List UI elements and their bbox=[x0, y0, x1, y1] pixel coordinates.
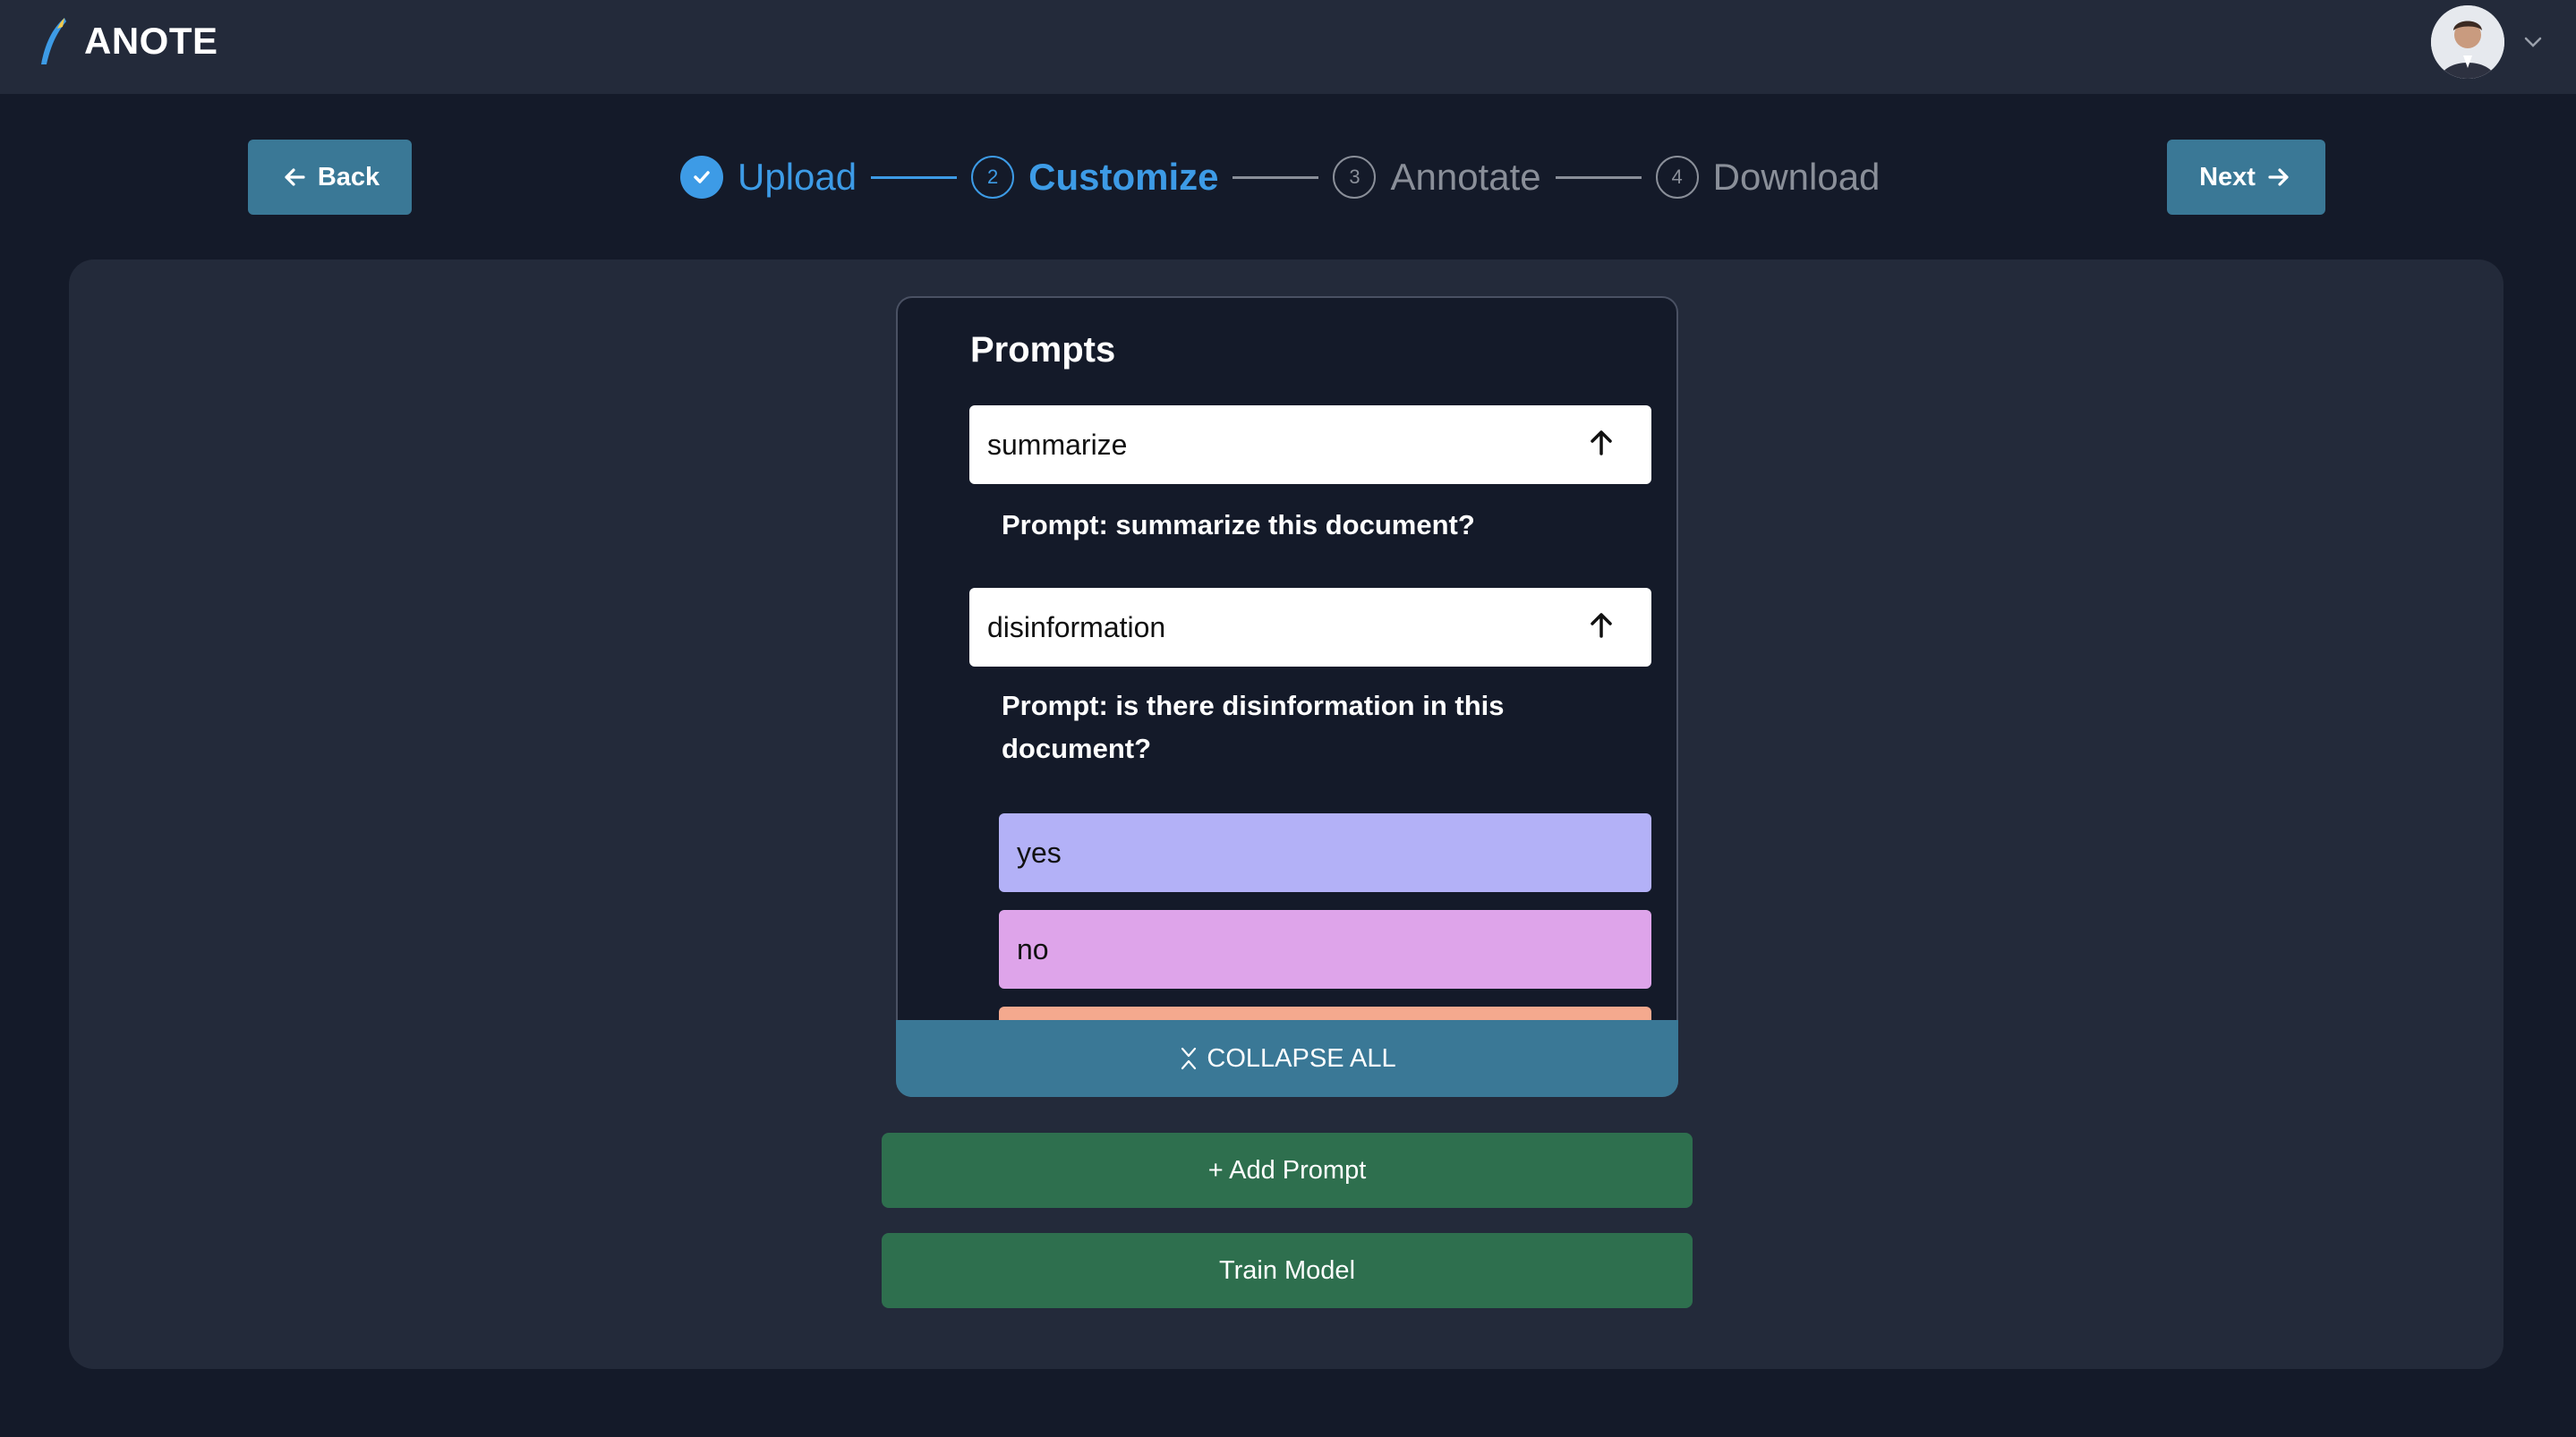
prompt-name: summarize bbox=[987, 428, 1128, 461]
back-label: Back bbox=[317, 162, 380, 191]
check-circle-icon bbox=[680, 156, 723, 199]
arrow-left-icon bbox=[285, 168, 305, 186]
train-model-button[interactable]: Train Model bbox=[882, 1233, 1693, 1308]
prompt-text: Prompt: summarize this document? bbox=[1002, 509, 1475, 540]
collapse-icon bbox=[1181, 1047, 1197, 1070]
option-label: no bbox=[1017, 932, 1049, 965]
feather-logo-icon bbox=[41, 18, 66, 64]
step-label: Customize bbox=[1028, 156, 1219, 198]
app-logo[interactable]: ANOTE bbox=[36, 14, 218, 68]
train-model-label: Train Model bbox=[1218, 1255, 1356, 1285]
app-name: ANOTE bbox=[84, 20, 218, 62]
arrow-up-icon[interactable] bbox=[1583, 425, 1619, 461]
step-download[interactable]: 4 Download bbox=[1655, 156, 1881, 199]
chevron-down-icon[interactable] bbox=[2520, 29, 2546, 55]
prompts-title: Prompts bbox=[970, 330, 1116, 370]
step-label: Download bbox=[1712, 156, 1881, 198]
step-connector bbox=[1555, 175, 1642, 179]
progress-stepper: Upload 2 Customize 3 Annotate 4 Download bbox=[680, 150, 1880, 204]
next-button[interactable]: Next bbox=[2167, 140, 2325, 215]
step-label: Upload bbox=[738, 156, 857, 198]
prompt-name: disinformation bbox=[987, 610, 1166, 643]
option-no[interactable]: no bbox=[999, 910, 1651, 989]
prompt-header-summarize[interactable]: summarize bbox=[969, 405, 1651, 484]
add-prompt-button[interactable]: + Add Prompt bbox=[882, 1133, 1693, 1208]
prompt-text: Prompt: is there disinformation in this … bbox=[1002, 690, 1505, 764]
step-number: 3 bbox=[1333, 156, 1377, 199]
step-customize[interactable]: 2 Customize bbox=[971, 156, 1218, 199]
user-avatar[interactable] bbox=[2431, 5, 2504, 79]
prompts-card[interactable]: Prompts summarize Prompt: summarize this… bbox=[896, 296, 1678, 1097]
next-label: Next bbox=[2199, 162, 2256, 191]
step-connector bbox=[1233, 175, 1319, 179]
step-annotate[interactable]: 3 Annotate bbox=[1333, 156, 1541, 199]
option-yes[interactable]: yes bbox=[999, 813, 1651, 892]
step-number: 2 bbox=[971, 156, 1015, 199]
option-label: yes bbox=[1017, 836, 1062, 869]
step-number: 4 bbox=[1655, 156, 1699, 199]
prompt-header-disinformation[interactable]: disinformation bbox=[969, 588, 1651, 667]
collapse-all-button[interactable]: COLLAPSE ALL bbox=[896, 1020, 1678, 1097]
arrow-up-icon[interactable] bbox=[1583, 608, 1619, 643]
arrow-right-icon bbox=[2268, 168, 2289, 186]
step-connector bbox=[871, 175, 958, 179]
back-button[interactable]: Back bbox=[248, 140, 412, 215]
add-prompt-label: + Add Prompt bbox=[1207, 1155, 1367, 1185]
step-label: Annotate bbox=[1390, 156, 1541, 198]
step-upload[interactable]: Upload bbox=[680, 156, 857, 199]
top-bar: ANOTE bbox=[0, 0, 2576, 94]
collapse-label: COLLAPSE ALL bbox=[1207, 1043, 1396, 1073]
